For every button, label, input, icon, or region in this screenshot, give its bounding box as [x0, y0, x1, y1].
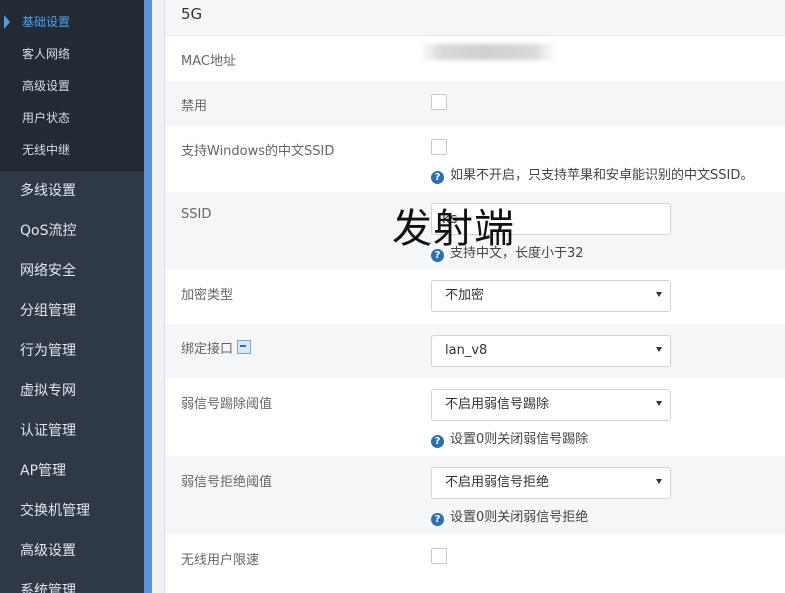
sidebar-item-network-security[interactable]: 网络安全: [0, 251, 144, 291]
bind-interface-icon[interactable]: [237, 340, 252, 354]
sidebar-item-group-management[interactable]: 分组管理: [0, 291, 144, 331]
reject-threshold-row: 弱信号拒绝阈值 不启用弱信号拒绝 ? 设置0则关闭弱信号拒绝: [165, 456, 785, 534]
reject-threshold-help: ? 设置0则关闭弱信号拒绝: [431, 506, 588, 526]
win-ssid-checkbox-wrap: [431, 139, 447, 155]
encryption-label: 加密类型: [181, 288, 234, 303]
rate-limit-label: 无线用户限速: [181, 553, 260, 568]
sidebar-item-vpn[interactable]: 虚拟专网: [0, 371, 144, 411]
rate-limit-row: 无线用户限速: [165, 534, 785, 593]
win-ssid-help-text: 如果不开启，只支持苹果和安卓能识别的中文SSID。: [450, 168, 754, 183]
bind-interface-select[interactable]: lan_v8: [431, 335, 671, 367]
submenu-item-wireless-relay[interactable]: 无线中继: [0, 134, 144, 166]
reject-threshold-label: 弱信号拒绝阈值: [181, 475, 273, 490]
bind-interface-label: 绑定接口: [181, 342, 234, 357]
bind-interface-row: 绑定接口 lan_v8: [165, 324, 785, 378]
sidebar-item-advanced-settings[interactable]: 高级设置: [0, 531, 144, 571]
sidebar-item-behavior-management[interactable]: 行为管理: [0, 331, 144, 371]
kick-threshold-help: ? 设置0则关闭弱信号踢除: [431, 428, 588, 448]
reject-threshold-select[interactable]: 不启用弱信号拒绝: [431, 467, 671, 499]
kick-threshold-select[interactable]: 不启用弱信号踢除: [431, 389, 671, 421]
win-ssid-label: 支持Windows的中文SSID: [181, 144, 335, 159]
submenu-item-advanced-settings[interactable]: 高级设置: [0, 70, 144, 102]
encryption-select-value: 不加密: [445, 288, 485, 303]
encryption-row: 加密类型 不加密: [165, 269, 785, 324]
sidebar-divider-strip: [144, 0, 152, 593]
question-circle-icon: ?: [431, 171, 444, 184]
reject-threshold-help-text: 设置0则关闭弱信号拒绝: [450, 510, 589, 525]
wireless-submenu: 基础设置 客人网络 高级设置 用户状态 无线中继: [0, 0, 144, 171]
sidebar-item-ap-management[interactable]: AP管理: [0, 451, 144, 491]
rate-limit-checkbox[interactable]: [431, 548, 447, 564]
section-title: 5G: [165, 0, 785, 36]
sidebar-item-system-management[interactable]: 系统管理: [0, 571, 144, 593]
kick-threshold-select-wrap: 不启用弱信号踢除: [431, 389, 671, 421]
kick-threshold-select-value: 不启用弱信号踢除: [445, 397, 550, 412]
win-ssid-checkbox[interactable]: [431, 139, 447, 155]
caret-down-icon: [656, 347, 662, 352]
submenu-item-guest-network[interactable]: 客人网络: [0, 38, 144, 70]
question-circle-icon: ?: [431, 435, 444, 448]
sidebar-item-multiline[interactable]: 多线设置: [0, 171, 144, 211]
caret-down-icon: [656, 479, 662, 484]
kick-threshold-help-text: 设置0则关闭弱信号踢除: [450, 432, 589, 447]
win-ssid-help: ? 如果不开启，只支持苹果和安卓能识别的中文SSID。: [431, 164, 753, 184]
disable-checkbox-wrap: [431, 94, 447, 110]
bind-interface-select-value: lan_v8: [445, 343, 488, 358]
bind-interface-label-wrap: 绑定接口: [181, 338, 252, 357]
sidebar-item-qos[interactable]: QoS流控: [0, 211, 144, 251]
encryption-select[interactable]: 不加密: [431, 280, 671, 312]
mac-label: MAC地址: [181, 54, 236, 69]
disable-checkbox[interactable]: [431, 94, 447, 110]
sidebar-item-auth-management[interactable]: 认证管理: [0, 411, 144, 451]
content-gutter: [152, 0, 164, 593]
caret-down-icon: [656, 401, 662, 406]
reject-threshold-select-wrap: 不启用弱信号拒绝: [431, 467, 671, 499]
wireless-settings-form: 5G MAC地址 禁用 支持Windows的中文SSID ? 如果不开启，只支持苹…: [165, 0, 785, 593]
sidebar: 基础设置 客人网络 高级设置 用户状态 无线中继 多线设置 QoS流控 网络安全…: [0, 0, 144, 593]
ssid-label: SSID: [181, 207, 212, 222]
rate-limit-checkbox-wrap: [431, 548, 447, 564]
disable-row: 禁用: [165, 81, 785, 126]
caret-down-icon: [656, 292, 662, 297]
sidebar-item-switch-management[interactable]: 交换机管理: [0, 491, 144, 531]
disable-label: 禁用: [181, 99, 208, 114]
win-ssid-row: 支持Windows的中文SSID ? 如果不开启，只支持苹果和安卓能识别的中文SS…: [165, 126, 785, 192]
annotation-overlay: 发射端: [392, 206, 515, 252]
submenu-item-user-status[interactable]: 用户状态: [0, 102, 144, 134]
kick-threshold-label: 弱信号踢除阈值: [181, 397, 273, 412]
reject-threshold-select-value: 不启用弱信号拒绝: [445, 475, 550, 490]
bind-interface-select-wrap: lan_v8: [431, 335, 671, 367]
kick-threshold-row: 弱信号踢除阈值 不启用弱信号踢除 ? 设置0则关闭弱信号踢除: [165, 378, 785, 456]
mac-address-value-redacted: [420, 44, 555, 60]
submenu-item-basic-settings[interactable]: 基础设置: [0, 6, 144, 38]
question-circle-icon: ?: [431, 513, 444, 526]
encryption-select-wrap: 不加密: [431, 280, 671, 312]
